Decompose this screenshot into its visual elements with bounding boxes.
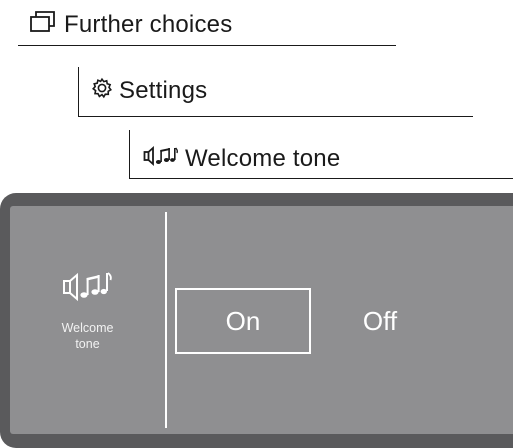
breadcrumb-label: Further choices [64,11,233,38]
side-label-line2: tone [75,337,100,351]
speaker-music-icon [62,269,114,303]
divider [18,45,396,46]
breadcrumb-welcome-tone[interactable]: Welcome tone [143,144,340,174]
side-pane: Welcome tone [10,206,165,434]
window-icon [30,10,56,40]
display-frame: Welcome tone On Off [0,193,513,448]
speaker-music-icon [143,145,179,174]
panel-divider [165,212,167,428]
divider [78,116,473,117]
divider [129,178,513,179]
breadcrumb-label: Settings [119,77,208,104]
option-on-button[interactable]: On [175,288,311,354]
side-pane-label: Welcome tone [10,320,165,352]
display-screen: Welcome tone On Off [10,206,513,434]
divider [129,130,130,178]
option-off-button[interactable]: Off [338,288,422,354]
divider [78,67,79,117]
breadcrumb-label: Welcome tone [185,145,341,172]
breadcrumb-further-choices[interactable]: Further choices [30,10,232,40]
breadcrumb-settings[interactable]: Settings [91,76,207,106]
gear-icon [91,77,113,106]
page: Further choices Settings Welcome tone We… [0,0,513,448]
side-label-line1: Welcome [61,321,114,335]
